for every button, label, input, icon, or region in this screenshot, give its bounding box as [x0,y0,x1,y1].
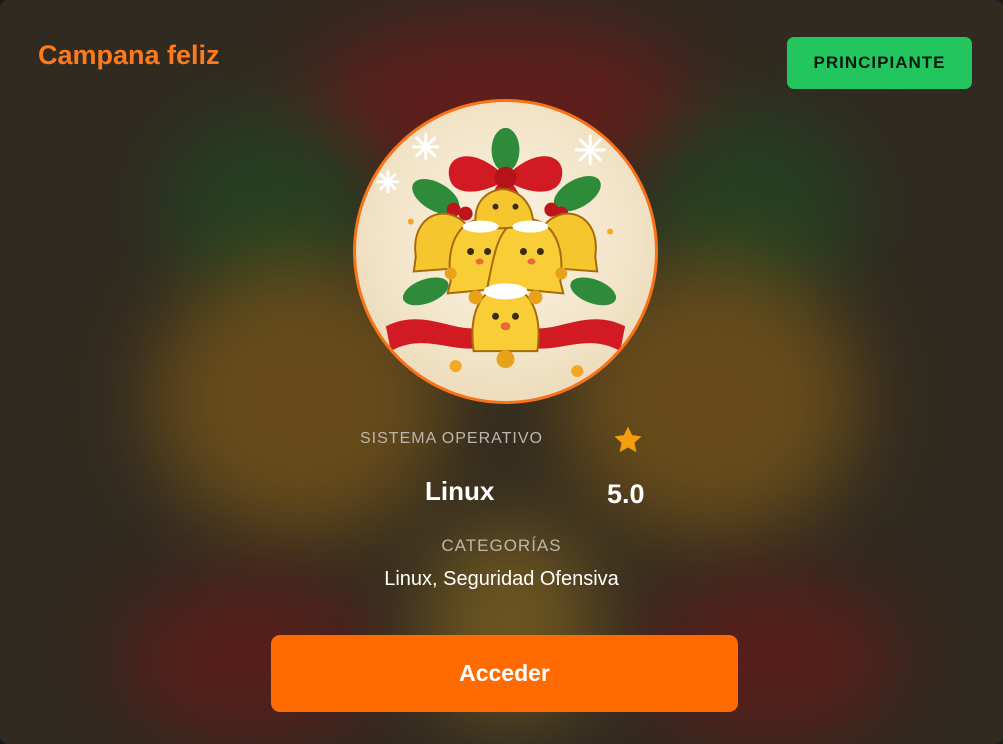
christmas-bells-icon [376,127,626,378]
machine-title: Campana feliz [38,40,220,70]
machine-avatar [353,99,658,404]
os-value: Linux [425,476,495,506]
rating-value: 5.0 [607,479,645,509]
categories-label: CATEGORÍAS [441,536,562,555]
categories-value: Linux, Seguridad Ofensiva [384,568,619,590]
star-icon [614,426,642,453]
os-label: SISTEMA OPERATIVO [360,430,543,447]
machine-card: Campana feliz PRINCIPIANTE SISTEMA OPERA… [0,0,1003,744]
difficulty-badge[interactable]: PRINCIPIANTE [787,37,972,89]
access-button[interactable]: Acceder [271,635,738,712]
